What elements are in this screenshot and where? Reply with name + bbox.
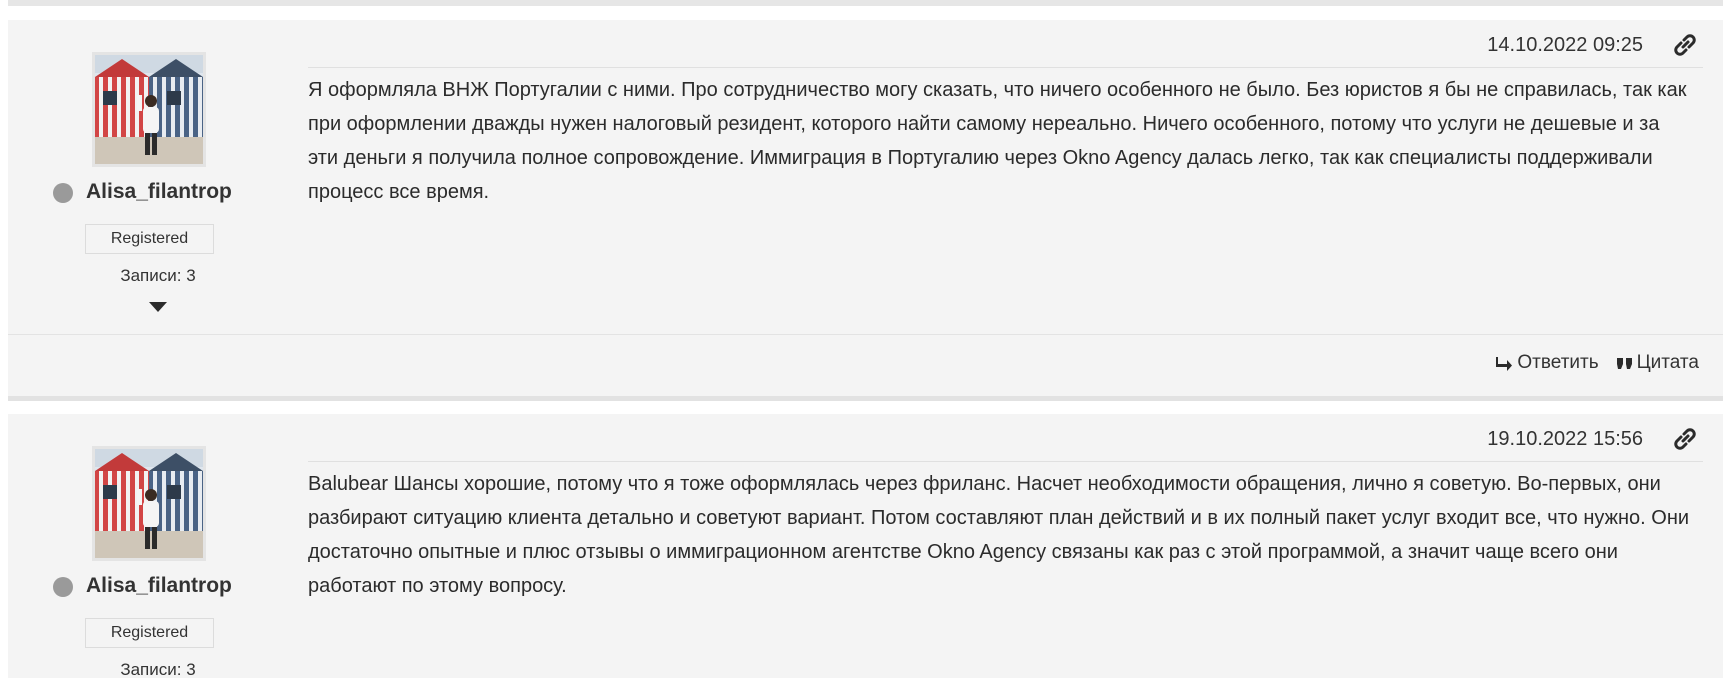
username[interactable]: Alisa_filantrop	[86, 574, 232, 598]
caret-down-icon[interactable]	[149, 302, 167, 312]
avatar[interactable]	[92, 446, 206, 561]
forum-post: Alisa_filantrop Registered Записи: 3 14.…	[8, 20, 1723, 401]
username[interactable]: Alisa_filantrop	[86, 180, 232, 204]
avatar[interactable]	[92, 52, 206, 167]
post-header-divider	[308, 67, 1703, 68]
reply-arrow-icon	[1496, 357, 1513, 371]
role-badge: Registered	[85, 618, 214, 648]
posts-count: Записи: 3	[120, 266, 196, 285]
quote-button[interactable]: Цитата	[1616, 352, 1699, 374]
reply-button[interactable]: Ответить	[1495, 352, 1599, 374]
reply-label: Ответить	[1517, 352, 1599, 373]
post-date[interactable]: 14.10.2022 09:25	[1487, 34, 1643, 57]
post-footer-divider	[8, 334, 1723, 335]
post-content: Я оформляла ВНЖ Португалии с ними. Про с…	[308, 79, 1687, 203]
quote-label: Цитата	[1636, 352, 1699, 373]
posts-count: Записи: 3	[120, 660, 196, 679]
link-icon[interactable]	[1671, 428, 1699, 450]
top-divider	[8, 0, 1723, 6]
forum-post: Alisa_filantrop Registered Записи: 3 19.…	[8, 414, 1723, 679]
role-badge: Registered	[85, 224, 214, 254]
status-dot	[53, 183, 73, 203]
post-date[interactable]: 19.10.2022 15:56	[1487, 428, 1643, 451]
post-author-panel: Alisa_filantrop Registered Записи: 3	[8, 414, 298, 679]
quote-icon	[1616, 358, 1632, 369]
post-actions: Ответить Цитата	[1495, 352, 1699, 374]
status-dot	[53, 577, 73, 597]
post-header-divider	[308, 461, 1703, 462]
link-icon[interactable]	[1671, 34, 1699, 56]
post-content: Balubear Шансы хорошие, потому что я тож…	[308, 473, 1690, 597]
post-author-panel: Alisa_filantrop Registered Записи: 3	[8, 20, 298, 396]
